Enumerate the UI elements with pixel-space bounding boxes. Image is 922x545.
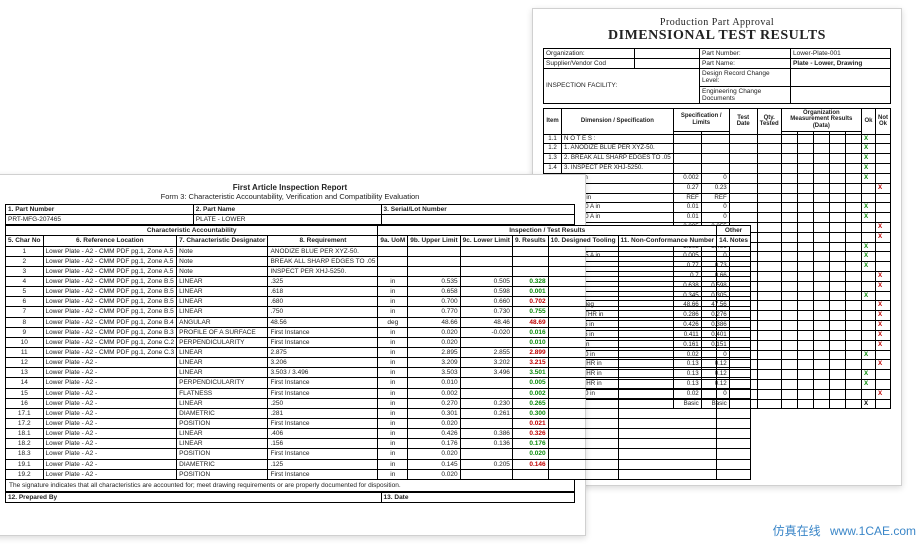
table-row: 1.32. BREAK ALL SHARP EDGES TO .05X	[544, 154, 891, 164]
col-qty: Qty. Tested	[757, 108, 781, 134]
table-row: 6⊥ ⌀ .010 A in0.010X	[544, 213, 891, 223]
left-title-1: First Article Inspection Report	[5, 183, 575, 192]
serial-value	[381, 215, 574, 225]
org-label: Organization:	[544, 49, 635, 59]
table-row: 1.43. INSPECT PER XHJ-5250.X	[544, 164, 891, 174]
table-row: 16Lower Plate - A2 -LINEAR.250in0.2700.2…	[6, 398, 751, 408]
col-date: Test Date	[729, 108, 757, 134]
table-row: 18.1Lower Plate - A2 -LINEAR.406in0.4260…	[6, 429, 751, 439]
col-req: 8. Requirement	[268, 236, 378, 246]
col-lower: 9c. Lower Limit	[460, 236, 512, 246]
partname-label: 2. Part Name	[196, 206, 235, 213]
right-title-1: Production Part Approval	[543, 17, 891, 28]
ecd-value	[791, 86, 891, 103]
table-row: 12Lower Plate - A2 -LINEAR3.206in3.2093.…	[6, 358, 751, 368]
pn-value: Lower-Plate-001	[791, 49, 891, 59]
sect-other: Other	[717, 226, 751, 236]
table-row: 18.3Lower Plate - A2 -POSITIONFirst Inst…	[6, 449, 751, 459]
pname-label: Part Name:	[700, 59, 791, 69]
drc-value	[791, 69, 891, 86]
ecd-label: Engineering Change Documents	[700, 86, 791, 103]
right-title-2: DIMENSIONAL TEST RESULTS	[543, 28, 891, 44]
col-spec: Specification / Limits	[673, 108, 729, 131]
table-row: 1.21. ANODIZE BLUE PER XYZ-50.X	[544, 144, 891, 154]
col-uom: 9a. UoM	[378, 236, 408, 246]
table-row: 15Lower Plate - A2 -FLATNESSFirst Instan…	[6, 388, 751, 398]
table-row: 3Lower Plate - A2 - CMM PDF pg.1, Zone A…	[6, 266, 751, 276]
table-row: 4Lower Plate - A2 - CMM PDF pg.1, Zone B…	[6, 276, 751, 286]
table-row: 1Lower Plate - A2 - CMM PDF pg.1, Zone A…	[6, 246, 751, 256]
table-row: 18.2Lower Plate - A2 -LINEAR.156in0.1760…	[6, 439, 751, 449]
col-charno: 5. Char No	[6, 236, 44, 246]
watermark-domain: www.1CAE.com	[830, 524, 916, 538]
col-nok: Not Ok	[876, 108, 891, 134]
table-row: 30.25 in0.270.23X	[544, 183, 891, 193]
table-row: 7Lower Plate - A2 - CMM PDF pg.1, Zone B…	[6, 307, 751, 317]
signature-statement: The signature indicates that all charact…	[5, 480, 575, 492]
left-header-table: 1. Part Number 2. Part Name 3. Serial/Lo…	[5, 204, 575, 225]
fac-label: INSPECTION FACILITY:	[544, 69, 700, 104]
sup-value	[635, 59, 700, 69]
table-row: 2Lower Plate - A2 - CMM PDF pg.1, Zone A…	[6, 256, 751, 266]
left-data-table: Characteristic Accountability Inspection…	[5, 225, 751, 480]
sect-acct: Characteristic Accountability	[6, 226, 378, 236]
partnum-value: PRT-MFG-207465	[6, 215, 194, 225]
drc-label: Design Record Change Level:	[700, 69, 791, 86]
col-notes: 14. Notes	[717, 236, 751, 246]
col-item: Item	[544, 108, 562, 134]
table-row: 17.1Lower Plate - A2 -DIAMETRIC.281in0.3…	[6, 408, 751, 418]
doc-first-article-report: First Article Inspection Report Form 3: …	[0, 174, 586, 536]
table-row: 14Lower Plate - A2 -PERPENDICULARITYFirs…	[6, 378, 751, 388]
stage: Production Part Approval DIMENSIONAL TES…	[0, 0, 922, 545]
col-res: 9. Results	[512, 236, 548, 246]
col-ref: 6. Reference Location	[43, 236, 177, 246]
right-info-table: Organization: Part Number: Lower-Plate-0…	[543, 48, 891, 104]
org-value	[635, 49, 700, 59]
left-title-2: Form 3: Characteristic Accountability, V…	[5, 192, 575, 201]
pname-value: Plate - Lower, Drawing	[791, 59, 891, 69]
left-sig-row: 12. Prepared By 13. Date	[5, 492, 575, 503]
watermark-cn: 仿真在线	[773, 524, 821, 538]
table-row: 1.1N O T E S :X	[544, 134, 891, 144]
table-row: 9Lower Plate - A2 - CMM PDF pg.1, Zone B…	[6, 327, 751, 337]
table-row: 19.2Lower Plate - A2 -POSITIONFirst Inst…	[6, 469, 751, 479]
col-ok: Ok	[862, 108, 876, 134]
sect-insp: Inspection / Test Results	[378, 226, 717, 236]
table-row: 17.2Lower Plate - A2 -POSITIONFirst Inst…	[6, 418, 751, 428]
table-row: 5Lower Plate - A2 - CMM PDF pg.1, Zone B…	[6, 287, 751, 297]
col-upper: 9b. Upper Limit	[408, 236, 460, 246]
prepared-by-label: 12. Prepared By	[6, 492, 382, 502]
table-row: 5⊥ ⌀ .010 A in0.010X	[544, 203, 891, 213]
partnum-label: 1. Part Number	[8, 206, 54, 213]
partname-value: PLATE - LOWER	[193, 215, 381, 225]
table-row: 2⌖ .002 in0.0020X	[544, 173, 891, 183]
table-row: 11Lower Plate - A2 - CMM PDF pg.1, Zone …	[6, 347, 751, 357]
table-row: 13Lower Plate - A2 -LINEAR3.503 / 3.496i…	[6, 368, 751, 378]
sup-label: Supplier/Vendor Cod	[544, 59, 635, 69]
table-row: 6Lower Plate - A2 - CMM PDF pg.1, Zone B…	[6, 297, 751, 307]
col-desig: 7. Characteristic Designator	[177, 236, 268, 246]
col-tool: 10. Designed Tooling	[548, 236, 618, 246]
table-row: 8Lower Plate - A2 - CMM PDF pg.1, Zone B…	[6, 317, 751, 327]
col-meas: Organization Measurement Results (Data)	[781, 108, 861, 131]
date-label: 13. Date	[381, 492, 574, 502]
table-row: 19.1Lower Plate - A2 -DIAMETRIC.125in0.1…	[6, 459, 751, 469]
col-dim: Dimension / Specification	[562, 108, 674, 134]
col-non: 11. Non-Conformance Number	[618, 236, 717, 246]
table-row: 4◯ .746 inREFREF	[544, 193, 891, 203]
watermark: 仿真在线 www.1CAE.com	[773, 522, 916, 539]
pn-label: Part Number:	[700, 49, 791, 59]
serial-label: 3. Serial/Lot Number	[384, 206, 447, 213]
table-row: 10Lower Plate - A2 - CMM PDF pg.1, Zone …	[6, 337, 751, 347]
